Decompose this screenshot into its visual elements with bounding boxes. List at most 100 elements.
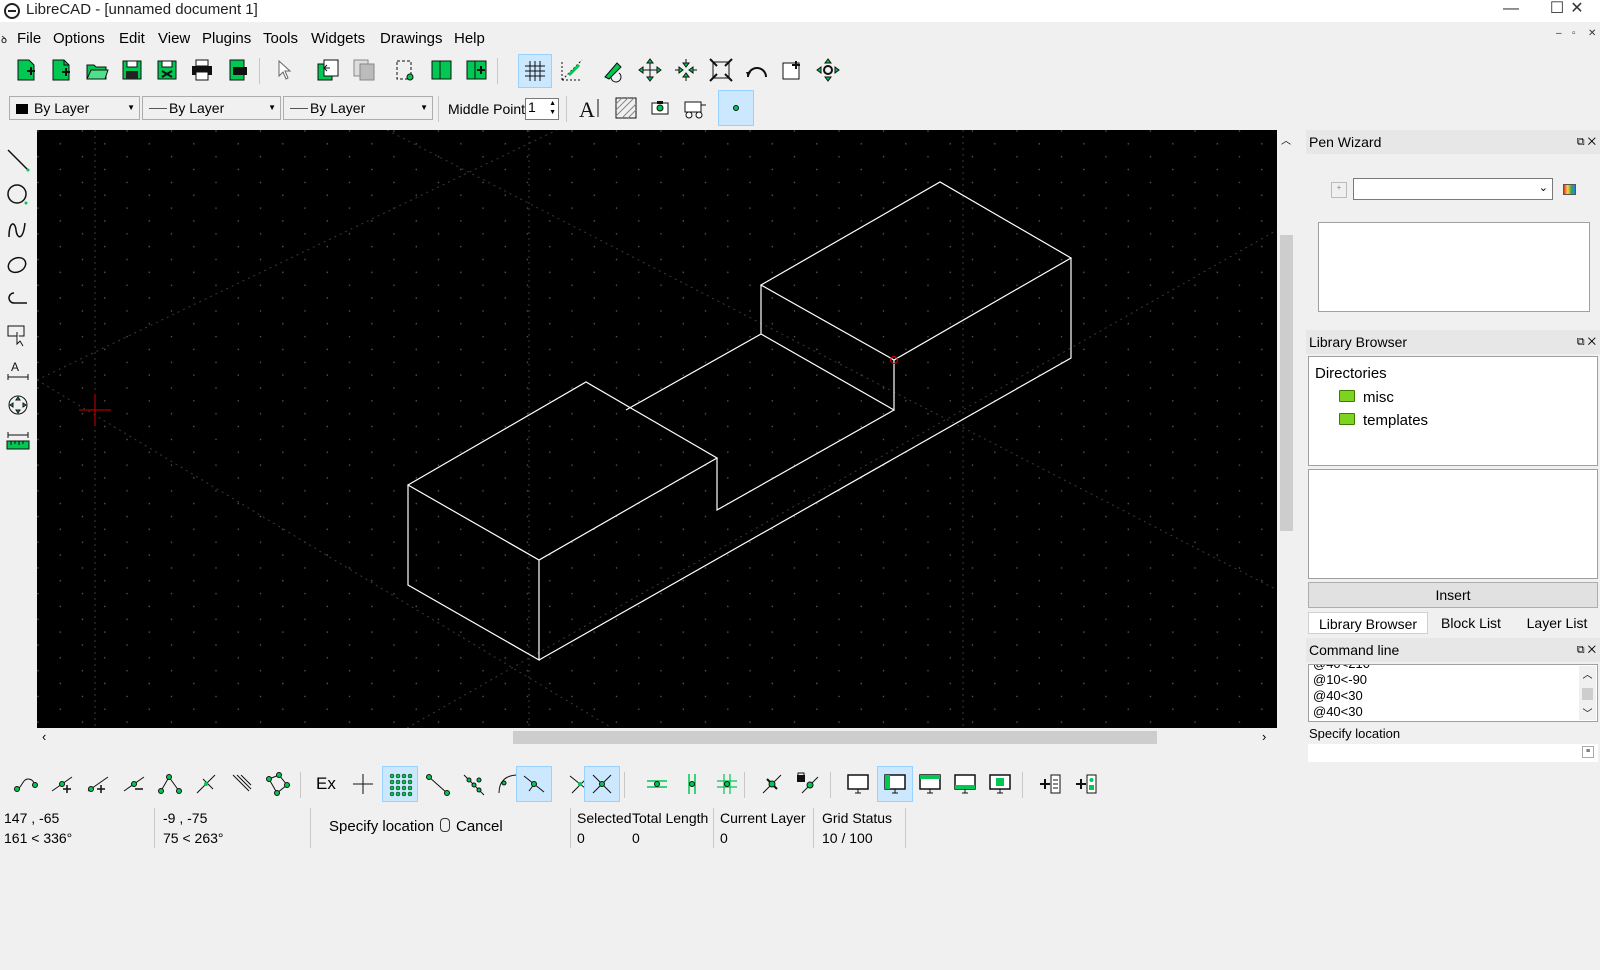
view-monitor-3-icon[interactable] [916, 770, 944, 798]
command-history-scrollbar[interactable]: ︿ ﹀ [1579, 666, 1596, 720]
snap-endpoint-icon[interactable] [48, 770, 76, 798]
print-preview-icon[interactable] [224, 56, 252, 84]
restrict-orthogonal-icon[interactable] [713, 770, 741, 798]
zoom-window-icon[interactable] [779, 56, 807, 84]
zoom-previous-icon[interactable] [743, 56, 771, 84]
zoom-pan-icon[interactable] [814, 56, 842, 84]
menu-file[interactable]: File [17, 30, 41, 47]
snap-middle-icon[interactable] [156, 770, 184, 798]
scroll-down-icon[interactable]: ﹀ [1579, 705, 1596, 720]
cancel-action[interactable]: Cancel [440, 818, 503, 835]
snap-exclusive-button[interactable]: Ex [316, 774, 336, 794]
color-palette-icon[interactable] [1563, 184, 1576, 195]
copy-icon[interactable] [427, 56, 455, 84]
snap-endpoints-icon[interactable] [424, 770, 452, 798]
snap-grid-points-icon[interactable] [382, 766, 418, 802]
snap-middle-line-icon[interactable] [516, 766, 552, 802]
vertical-scrollbar[interactable]: ︿ [1277, 130, 1296, 728]
dimension-text-icon[interactable]: A [4, 356, 32, 384]
system-menu-icon[interactable]: ꝺ [1, 32, 7, 46]
color-combo[interactable]: By Layer ▼ [9, 96, 140, 120]
pen-wizard-add-icon[interactable]: + [1331, 182, 1347, 198]
command-history[interactable]: @40<210 @10<-90 @40<30 @40<30 ︿ ﹀ [1308, 664, 1598, 722]
print-icon[interactable] [188, 56, 216, 84]
ellipse-tool-icon[interactable] [4, 251, 32, 279]
folder-item-misc[interactable]: misc [1339, 389, 1394, 406]
redo-icon[interactable] [350, 56, 378, 84]
zoom-out-icon[interactable] [672, 56, 700, 84]
dock-float-close-icon[interactable]: ⧉ ✕ [1577, 330, 1596, 354]
width-combo[interactable]: By Layer ▼ [142, 96, 281, 120]
zoom-auto-icon[interactable] [707, 56, 735, 84]
restrict-vertical-icon[interactable] [678, 770, 706, 798]
snap-intersection-icon[interactable] [228, 770, 256, 798]
zoom-in-icon[interactable] [636, 56, 664, 84]
new-from-template-icon[interactable] [47, 56, 75, 84]
menu-help[interactable]: Help [454, 30, 485, 47]
mdi-minimize-button[interactable]: – [1556, 28, 1562, 39]
spin-arrows-icon[interactable]: ▲ ▼ [549, 99, 556, 117]
menu-view[interactable]: View [158, 30, 190, 47]
line-tool-icon[interactable] [4, 146, 32, 174]
snap-on-entity-dots-icon[interactable] [460, 770, 488, 798]
horizontal-scroll-thumb[interactable] [513, 731, 1157, 744]
modify-tool-icon[interactable] [4, 391, 32, 419]
middle-points-spinbox[interactable]: 1 ▲ ▼ [525, 98, 559, 120]
menu-plugins[interactable]: Plugins [202, 30, 251, 47]
pen-wizard-combo[interactable]: ⌄ [1353, 178, 1553, 200]
add-block-icon[interactable] [1072, 770, 1100, 798]
snap-free-icon[interactable] [12, 770, 40, 798]
select-tool-icon[interactable] [4, 321, 32, 349]
snap-on-entity-icon[interactable] [84, 770, 112, 798]
measure-tool-icon[interactable] [4, 426, 32, 454]
new-file-icon[interactable] [12, 56, 40, 84]
directories-tree[interactable]: Directories misc templates [1308, 356, 1598, 466]
tab-library-browser[interactable]: Library Browser [1308, 612, 1428, 634]
snap-distance-icon[interactable] [192, 770, 220, 798]
paste-icon[interactable] [462, 56, 490, 84]
mdi-close-button[interactable]: ✕ [1588, 28, 1596, 39]
snap-center-icon[interactable] [120, 770, 148, 798]
drawing-canvas[interactable] [37, 130, 1277, 728]
view-monitor-1-icon[interactable] [844, 770, 872, 798]
view-monitor-2-icon[interactable] [877, 766, 913, 802]
view-monitor-4-icon[interactable] [951, 770, 979, 798]
block-insert-icon[interactable] [681, 94, 709, 122]
grid-toggle-icon[interactable] [518, 54, 552, 88]
open-file-icon[interactable] [83, 56, 111, 84]
scroll-right-icon[interactable]: › [1262, 729, 1266, 744]
scroll-up-icon[interactable]: ︿ [1281, 132, 1291, 147]
dock-float-close-icon[interactable]: ⧉ ✕ [1577, 638, 1596, 662]
insert-button[interactable]: Insert [1308, 582, 1598, 608]
lock-relative-zero-icon[interactable] [793, 770, 821, 798]
menu-options[interactable]: Options [53, 30, 105, 47]
redraw-icon[interactable] [600, 56, 628, 84]
polyline-tool-icon[interactable] [4, 286, 32, 314]
save-as-icon[interactable] [153, 56, 181, 84]
folder-item-templates[interactable]: templates [1339, 412, 1428, 429]
restrict-horizontal-icon[interactable] [643, 770, 671, 798]
undo-icon[interactable] [314, 56, 342, 84]
scroll-up-icon[interactable]: ︿ [1579, 666, 1596, 681]
draft-mode-icon[interactable] [558, 56, 586, 84]
linetype-combo[interactable]: By Layer ▼ [283, 96, 433, 120]
vertical-scroll-thumb[interactable] [1280, 235, 1293, 531]
horizontal-scrollbar[interactable]: ‹ › [37, 728, 1277, 747]
menu-edit[interactable]: Edit [119, 30, 145, 47]
cut-icon[interactable] [391, 56, 419, 84]
mdi-restore-button[interactable]: ▫ [1572, 28, 1576, 39]
circle-tool-icon[interactable] [4, 181, 32, 209]
save-icon[interactable] [118, 56, 146, 84]
select-pointer-icon[interactable] [270, 56, 298, 84]
scroll-left-icon[interactable]: ‹ [42, 729, 46, 744]
spline-tool-icon[interactable] [4, 216, 32, 244]
snap-point-icon[interactable] [718, 90, 754, 126]
menu-tools[interactable]: Tools [263, 30, 298, 47]
command-menu-icon[interactable]: ≡ [1582, 746, 1594, 758]
minimize-button[interactable]: — [1488, 0, 1534, 22]
scroll-thumb[interactable] [1582, 688, 1593, 700]
text-tool-icon[interactable]: A [576, 94, 604, 122]
snap-free-cross-icon[interactable] [349, 770, 377, 798]
command-input[interactable]: ≡ [1308, 744, 1598, 762]
tab-block-list[interactable]: Block List [1428, 612, 1514, 634]
